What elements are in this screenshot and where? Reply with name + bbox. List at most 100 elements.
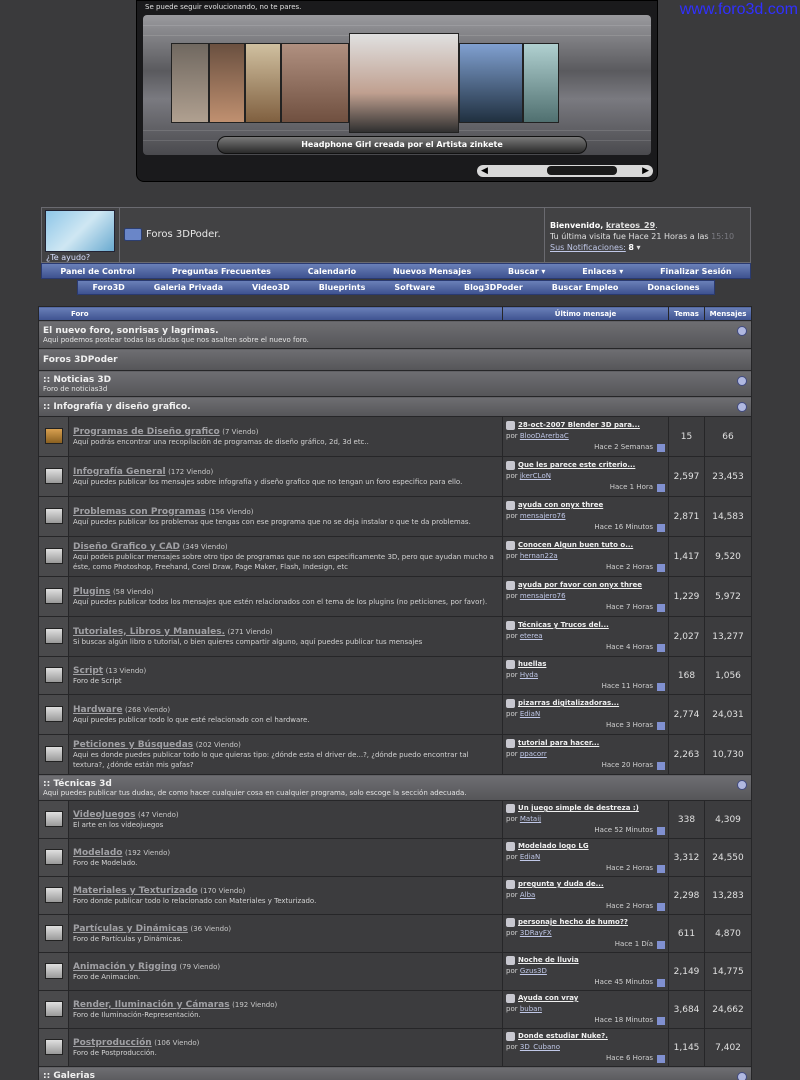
last-post-user-link[interactable]: hernan22a [520, 552, 558, 560]
menu-links[interactable]: Enlaces ▾ [582, 267, 623, 276]
menu-calendar[interactable]: Calendario [308, 267, 356, 276]
gallery-thumb[interactable] [245, 43, 281, 123]
gallery-thumb[interactable] [171, 43, 209, 123]
collapse-icon[interactable] [737, 780, 748, 790]
forum-title[interactable]: Foros 3DPoder. [146, 229, 221, 240]
forum-name-link[interactable]: Diseño Grafico y CAD [73, 542, 180, 552]
menu-logout[interactable]: Finalizar Sesión [660, 267, 731, 276]
last-post-user-link[interactable]: mensajero76 [520, 592, 566, 600]
site-url[interactable]: www.foro3d.com [680, 1, 798, 19]
scroll-knob[interactable] [547, 166, 617, 175]
forum-row[interactable]: Render, Iluminación y Cámaras (192 Viend… [38, 990, 753, 1029]
forum-row[interactable]: Problemas con Programas (156 Viendo) Aquí… [38, 496, 753, 537]
menu-galeria[interactable]: Galeria Privada [154, 283, 223, 292]
last-post-user-link[interactable]: Gzus3D [520, 967, 547, 975]
menu-video3d[interactable]: Video3D [252, 283, 290, 292]
forum-name-link[interactable]: Hardware [73, 705, 122, 715]
gallery-thumb[interactable] [523, 43, 559, 123]
menu-new-posts[interactable]: Nuevos Mensajes [393, 267, 471, 276]
section-infografia[interactable]: :: Infografía y diseño grafico. [37, 396, 753, 417]
forum-row[interactable]: Tutoriales, Libros y Manuales. (271 Vien… [38, 616, 753, 657]
gallery-thumb[interactable] [209, 43, 245, 123]
last-post-title-link[interactable]: Técnicas y Trucos del... [506, 620, 665, 631]
last-post-title-link[interactable]: Donde estudiar Nuke?. [506, 1031, 665, 1042]
chevron-down-icon[interactable]: ▾ [636, 243, 640, 252]
forum-row[interactable]: Postproducción (106 Viendo) Foro de Postp… [38, 1028, 753, 1067]
section-title[interactable]: :: Técnicas 3d [43, 779, 747, 789]
last-post-user-link[interactable]: ppacorr [520, 750, 547, 758]
section-tecnicas[interactable]: :: Técnicas 3d Aqui puedes publicar tus … [37, 774, 753, 801]
last-post-title-link[interactable]: personaje hecho de humo?? [506, 917, 665, 928]
last-post-title-link[interactable]: Conocen Algun buen tuto o... [506, 540, 665, 551]
forum-name-link[interactable]: Problemas con Programas [73, 507, 206, 517]
last-post-title-link[interactable]: ayuda por favor con onyx three [506, 580, 665, 591]
last-post-title-link[interactable]: Noche de lluvia [506, 955, 665, 966]
last-post-user-link[interactable]: Alba [520, 891, 535, 899]
last-post-title-link[interactable]: pizarras digitalizadoras... [506, 698, 665, 709]
last-post-title-link[interactable]: ayuda con onyx three [506, 500, 665, 511]
section-title[interactable]: :: Infografía y diseño grafico. [43, 402, 747, 412]
forum-name-link[interactable]: Postproducción [73, 1038, 152, 1048]
menu-donaciones[interactable]: Donaciones [647, 283, 699, 292]
last-post-user-link[interactable]: EdiaN [520, 710, 540, 718]
menu-blueprints[interactable]: Blueprints [319, 283, 366, 292]
rss-icon[interactable] [737, 376, 748, 386]
forum-row[interactable]: VideoJuegos (47 Viendo) El arte en los vi… [38, 800, 753, 839]
section-title[interactable]: :: Noticias 3D [43, 375, 747, 385]
menu-software[interactable]: Software [394, 283, 435, 292]
last-post-title-link[interactable]: Ayuda con vray [506, 993, 665, 1004]
collapse-icon[interactable] [737, 1072, 748, 1080]
forum-name-link[interactable]: Programas de Diseño grafico [73, 427, 220, 437]
last-post-title-link[interactable]: huellas [506, 659, 665, 670]
forum-name-link[interactable]: Script [73, 666, 103, 676]
menu-faq[interactable]: Preguntas Frecuentes [172, 267, 271, 276]
forum-row[interactable]: Script (13 Viendo) Foro de Script huellas p… [38, 656, 753, 695]
username-link[interactable]: krateos_29 [606, 221, 655, 230]
section-galerias[interactable]: :: Galerias [37, 1066, 753, 1080]
banner-gallery[interactable]: Headphone Girl creada por el Artista zin… [143, 15, 651, 155]
forum-name-link[interactable]: Infografía General [73, 467, 166, 477]
last-post-title-link[interactable]: tutorial para hacer... [506, 738, 665, 749]
section-noticias[interactable]: :: Noticias 3D Foro de noticias3d [37, 370, 753, 397]
last-post-user-link[interactable]: eterea [520, 632, 543, 640]
forum-name-link[interactable]: Animación y Rigging [73, 962, 177, 972]
notifications-link[interactable]: Sus Notificaciones: [550, 243, 626, 252]
forum-name-link[interactable]: Modelado [73, 848, 122, 858]
last-post-title-link[interactable]: Un juego simple de destreza :) [506, 803, 665, 814]
section-nuevo-foro[interactable]: El nuevo foro, sonrisas y lagrimas. Aqui… [37, 320, 753, 349]
forum-row[interactable]: Diseño Grafico y CAD (349 Viendo) Aqui po… [38, 536, 753, 577]
menu-blog[interactable]: Blog3DPoder [464, 283, 523, 292]
section-title[interactable]: El nuevo foro, sonrisas y lagrimas. [43, 326, 747, 336]
forum-name-link[interactable]: VideoJuegos [73, 810, 135, 820]
scroll-right-icon[interactable]: ▶ [642, 165, 649, 177]
forum-row[interactable]: Plugins (58 Viendo) Aquí puedes publicar … [38, 576, 753, 617]
gallery-thumb[interactable] [459, 43, 523, 123]
forum-name-link[interactable]: Render, Iluminación y Cámaras [73, 1000, 230, 1010]
collapse-icon[interactable] [737, 402, 748, 412]
scroll-left-icon[interactable]: ◀ [481, 165, 488, 177]
last-post-title-link[interactable]: 28-oct-2007 Blender 3D para... [506, 420, 665, 431]
menu-panel-control[interactable]: Panel de Control [60, 267, 135, 276]
forum-name-link[interactable]: Partículas y Dinámicas [73, 924, 188, 934]
forum-name-link[interactable]: Materiales y Texturizado [73, 886, 198, 896]
collapse-icon[interactable] [737, 326, 748, 336]
gallery-thumb-active[interactable] [349, 33, 459, 133]
forum-name-link[interactable]: Plugins [73, 587, 110, 597]
forum-row[interactable]: Peticiones y Búsquedas (202 Viendo) Aqui … [38, 734, 753, 775]
forum-row[interactable]: Infografía General (172 Viendo) Aquí pued… [38, 456, 753, 497]
section-title[interactable]: :: Galerias [43, 1071, 747, 1080]
last-post-title-link[interactable]: Que les parece este criterio... [506, 460, 665, 471]
forum-row[interactable]: Modelado (192 Viendo) Foro de Modelado. Mo… [38, 838, 753, 877]
menu-search[interactable]: Buscar ▾ [508, 267, 545, 276]
last-post-user-link[interactable]: jkerCLoN [520, 472, 551, 480]
forum-name-link[interactable]: Tutoriales, Libros y Manuales. [73, 627, 225, 637]
last-post-user-link[interactable]: Hyda [520, 671, 538, 679]
last-post-title-link[interactable]: pregunta y duda de... [506, 879, 665, 890]
menu-foro3d[interactable]: Foro3D [92, 283, 124, 292]
last-post-user-link[interactable]: buban [520, 1005, 542, 1013]
last-post-user-link[interactable]: EdiaN [520, 853, 540, 861]
forum-row[interactable]: Materiales y Texturizado (170 Viendo) For… [38, 876, 753, 915]
forum-row[interactable]: Partículas y Dinámicas (36 Viendo) Foro d… [38, 914, 753, 953]
last-post-user-link[interactable]: mensajero76 [520, 512, 566, 520]
last-post-title-link[interactable]: Modelado logo LG [506, 841, 665, 852]
